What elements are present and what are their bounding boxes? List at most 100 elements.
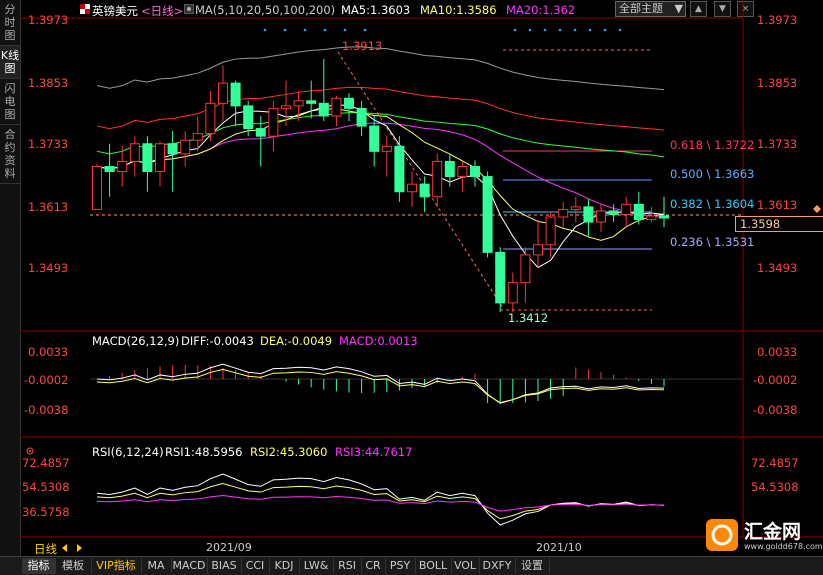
bottom-tab-1[interactable]: 模板: [55, 558, 92, 574]
rsi1-value: RSI1:48.5956: [165, 445, 243, 459]
left-axis-label: 1.3733: [28, 137, 69, 151]
candle-body: [318, 102, 329, 117]
candle-body: [230, 82, 241, 107]
signal-dot: [323, 28, 327, 32]
signal-dot: [588, 28, 592, 32]
right-axis-label: 1.3733: [757, 137, 798, 151]
logo-name: 汇金网: [744, 521, 802, 543]
rsi3-value: RSI3:44.7617: [335, 445, 413, 459]
candle-body: [558, 208, 569, 218]
candle-body: [92, 165, 102, 210]
right-axis-label: 1.3613: [757, 198, 798, 212]
left-rsi-label: 54.5308: [22, 480, 70, 494]
rsi2-value: RSI2:45.3060: [250, 445, 328, 459]
fib-0236-label: 0.236 \ 1.3531: [670, 235, 754, 249]
period-indicator[interactable]: 日线: [34, 541, 57, 557]
signal-dot: [528, 28, 532, 32]
left-rsi-label: 36.5758: [22, 505, 70, 519]
fib-0382-text: 0.382 \ 1.3604: [670, 197, 755, 211]
macd-title: MACD(26,12,9): [92, 334, 180, 348]
bottom-tab-13[interactable]: VOL: [451, 558, 480, 574]
right-axis-label: 1.3973: [757, 13, 798, 27]
candle-body: [331, 97, 342, 117]
tab-flash-chart[interactable]: 闪电图: [0, 79, 20, 125]
right-rsi-label: 54.5308: [751, 480, 799, 494]
bottom-tab-5[interactable]: BIAS: [207, 558, 242, 574]
bottom-tab-14[interactable]: DXFY: [479, 558, 516, 574]
logo-icon: [706, 519, 738, 551]
fib-0382-label: 0.382 \ 1.3604: [670, 197, 754, 211]
kline-chart[interactable]: [20, 0, 823, 556]
bottom-tab-11[interactable]: PSY: [385, 558, 416, 574]
tab-kline-chart[interactable]: K线图: [0, 46, 20, 79]
bottom-tab-7[interactable]: KDJ: [269, 558, 300, 574]
bottom-tab-0[interactable]: 指标: [22, 558, 56, 574]
candle-body: [104, 165, 115, 173]
chart-frame: 英镑美元 <日线> MA(5,10,20,50,100,200) MA5:1.3…: [20, 0, 823, 556]
candle-body: [142, 143, 153, 173]
bottom-tab-10[interactable]: CR: [361, 558, 386, 574]
candle-body: [117, 160, 128, 173]
bottom-tab-9[interactable]: RSI: [333, 558, 362, 574]
signal-dot: [343, 28, 347, 32]
bottom-tab-3[interactable]: MA: [141, 558, 172, 574]
signal-dot: [543, 28, 547, 32]
left-macd-label: 0.0033: [28, 345, 69, 359]
candle-body: [129, 143, 140, 162]
candle-body: [255, 128, 266, 137]
bottom-tab-15[interactable]: 设置: [515, 558, 550, 574]
left-macd-label: -0.0002: [24, 373, 69, 387]
right-axis-label: 1.3853: [757, 76, 798, 90]
view-tabs: 分时图 K线图 闪电图 合约资料: [0, 0, 21, 556]
left-axis-label: 1.3613: [28, 200, 69, 214]
bottom-tab-8[interactable]: LW&: [299, 558, 334, 574]
bottom-tab-4[interactable]: MACD: [171, 558, 208, 574]
candle-body: [646, 215, 657, 221]
left-axis-label: 1.3973: [28, 13, 69, 27]
signal-dot: [558, 28, 562, 32]
fib-0500-label: 0.500 \ 1.3663: [670, 167, 754, 181]
left-axis-label: 1.3493: [28, 261, 69, 275]
site-logo: 汇金网 www.goldd678.com: [704, 517, 823, 555]
tab-contract-info[interactable]: 合约资料: [0, 125, 20, 184]
candle-body: [180, 139, 191, 155]
bottom-tab-12[interactable]: BOLL: [415, 558, 452, 574]
macd-dea: DEA:-0.0049: [260, 334, 333, 348]
candle-body: [306, 100, 317, 104]
current-price-box: 1.3598: [735, 216, 823, 232]
signal-dot: [573, 28, 577, 32]
high-annotation-text: 1.3913: [342, 39, 383, 53]
right-axis-label: 1.3493: [757, 261, 798, 275]
candle-body: [633, 203, 644, 221]
candle-body: [432, 160, 443, 198]
candle-body: [533, 244, 543, 256]
signal-dot: [283, 28, 287, 32]
candle-body: [394, 145, 405, 193]
signal-dot: [603, 28, 607, 32]
indicator-settings-icon[interactable]: [26, 447, 34, 455]
candle-body: [218, 82, 228, 104]
signal-dot: [303, 28, 307, 32]
candle-body: [507, 282, 518, 304]
price-marker-icon: [813, 205, 821, 213]
candle-body: [167, 143, 178, 155]
low-annotation-text: 1.3412: [508, 311, 549, 325]
candle-body: [608, 210, 619, 215]
bottom-tab-6[interactable]: CCI: [241, 558, 270, 574]
candle-body: [369, 125, 380, 152]
low-annotation: 1.3412: [508, 311, 548, 325]
bottom-tab-2[interactable]: VIP指标: [91, 558, 142, 574]
high-annotation: 1.3913: [342, 39, 382, 53]
candle-body: [243, 105, 254, 130]
period-arrows-icon[interactable]: [62, 544, 82, 552]
candle-body: [457, 165, 468, 178]
tab-time-chart[interactable]: 分时图: [0, 0, 20, 46]
candle-body: [407, 183, 417, 193]
candle-body: [545, 216, 556, 246]
rsi-title: RSI(6,12,24): [92, 445, 164, 459]
candle-body: [621, 203, 632, 215]
left-macd-label: -0.0038: [24, 403, 69, 417]
candle-body: [281, 105, 291, 109]
candle-body: [356, 107, 367, 127]
candle-body: [344, 97, 354, 109]
